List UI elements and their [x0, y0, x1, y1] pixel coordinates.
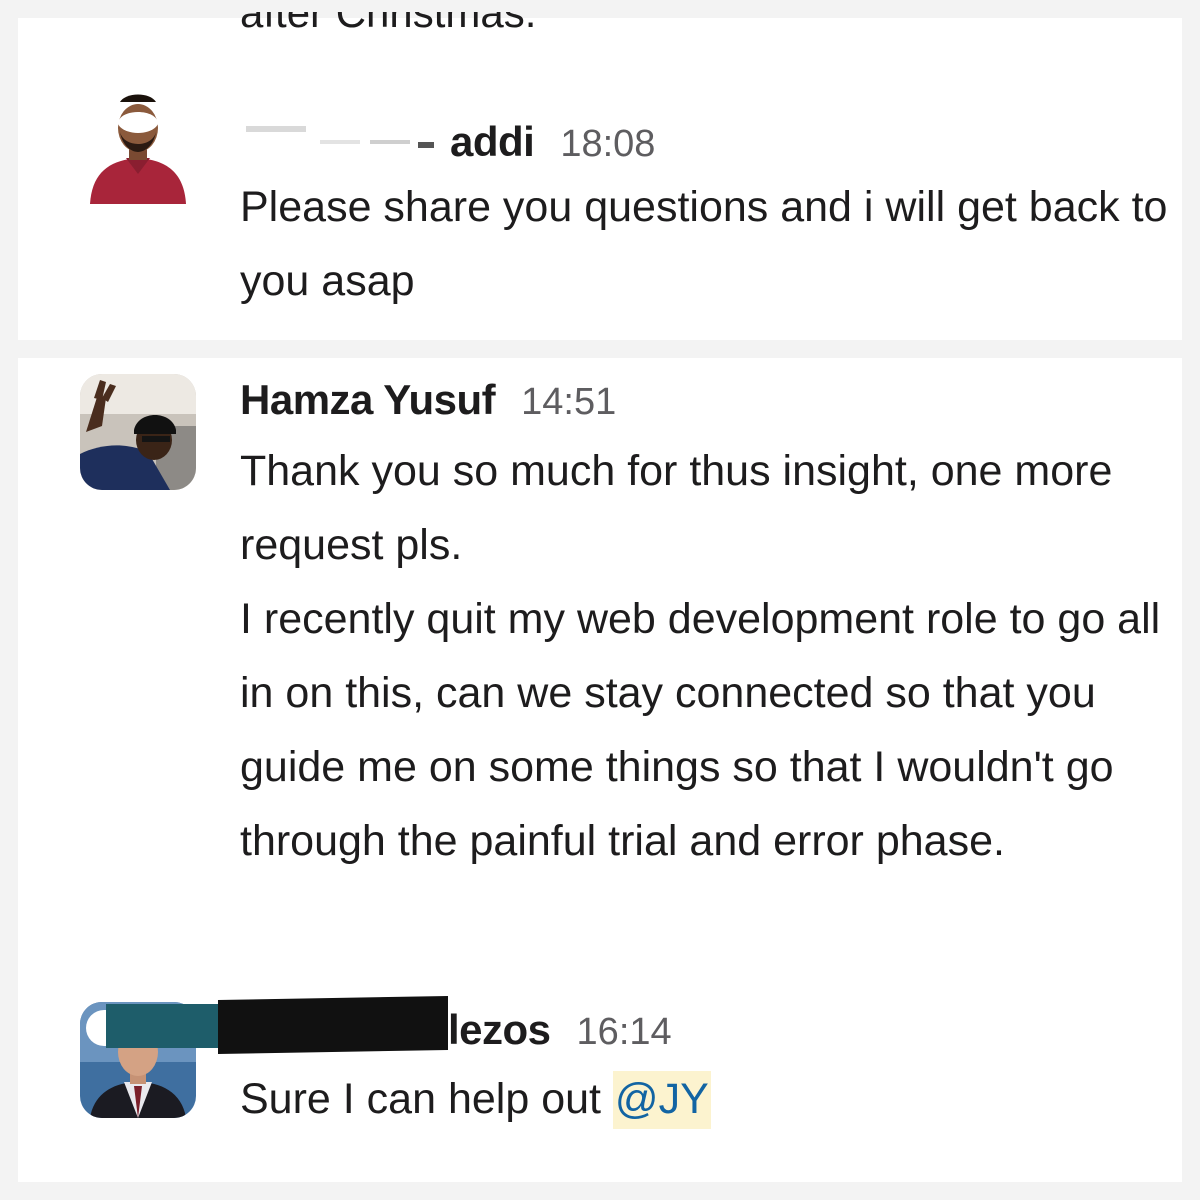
message-header: addi 18:08 [240, 110, 655, 166]
message-timestamp[interactable]: 18:08 [560, 123, 655, 166]
message-body: Sure I can help out @JY [240, 1062, 1170, 1136]
message-timestamp[interactable]: 14:51 [521, 381, 616, 424]
cut-off-message-text: after Christmas. [240, 12, 586, 36]
message-body: Thank you so much for thus insight, one … [240, 434, 1170, 878]
sender-name[interactable]: addi [450, 118, 535, 166]
message-panel-main: Hamza Yusuf 14:51 Thank you so much for … [18, 358, 1182, 1182]
sender-name[interactable]: lezos [448, 1006, 551, 1054]
message-header: lezos 16:14 [448, 1006, 672, 1054]
sender-name[interactable]: Hamza Yusuf [240, 376, 496, 424]
message-panel-top: after Christmas. addi 18:08 Please share… [18, 12, 1182, 340]
redaction-mark [218, 995, 448, 1055]
message-paragraph: Thank you so much for thus insight, one … [240, 447, 1113, 569]
message-text-prefix: Sure I can help out [240, 1075, 613, 1123]
message-timestamp[interactable]: 16:14 [577, 1011, 672, 1054]
message-body: Please share you questions and i will ge… [240, 170, 1170, 318]
person-avatar-icon [80, 374, 196, 490]
message-header: Hamza Yusuf 14:51 [240, 376, 616, 424]
message-text: Please share you questions and i will ge… [240, 183, 1168, 305]
avatar[interactable] [80, 88, 196, 204]
avatar[interactable] [80, 374, 196, 490]
cut-off-text: after Christmas. [240, 12, 537, 36]
user-mention[interactable]: @JY [612, 1071, 711, 1129]
chat-screenshot: after Christmas. addi 18:08 Please share… [0, 0, 1200, 1200]
message-text: Sure I can help out @JY [240, 1062, 1170, 1136]
person-avatar-icon [80, 88, 196, 204]
message-paragraph: I recently quit my web development role … [240, 595, 1161, 865]
redacted-name-prefix [240, 110, 450, 156]
